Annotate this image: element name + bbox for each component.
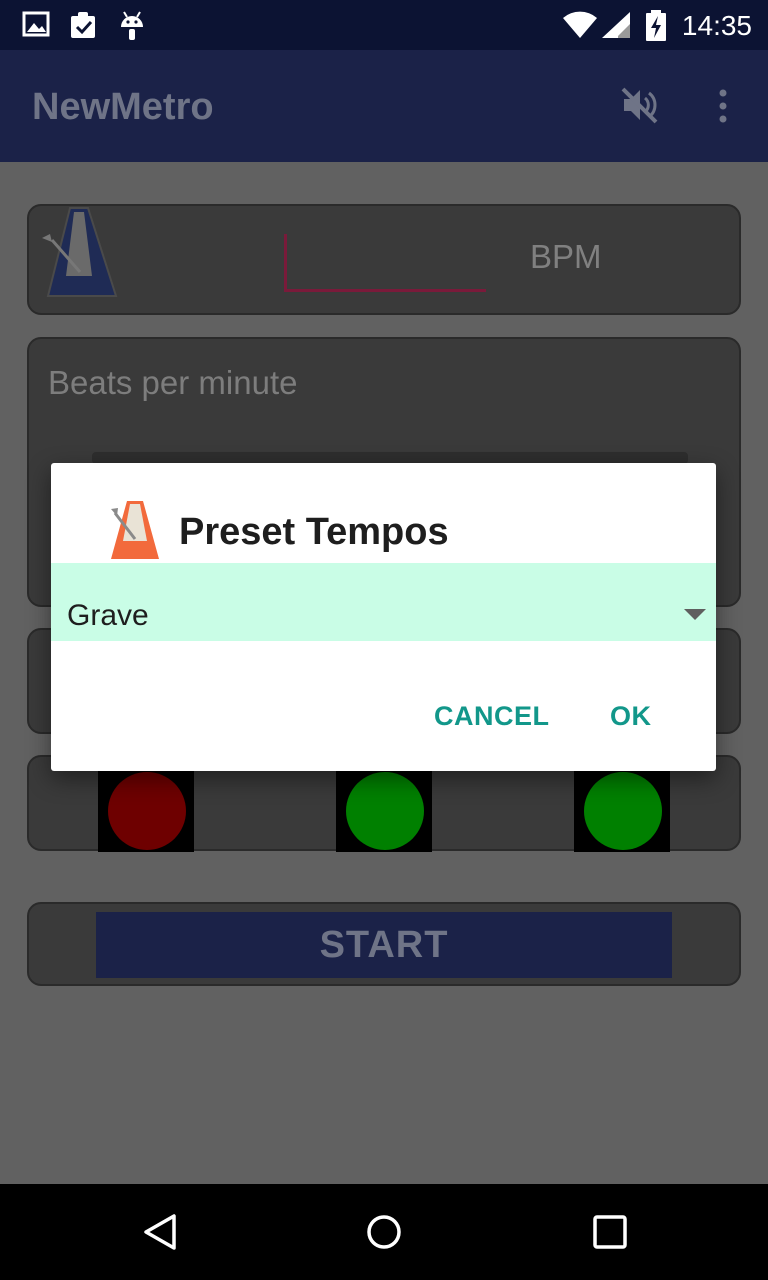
clock-time: 14:35 (681, 10, 752, 41)
beat-light-box-3 (574, 770, 670, 852)
preset-spinner[interactable]: Grave (51, 563, 716, 641)
signal-icon (600, 10, 632, 45)
navigation-bar (0, 1184, 768, 1280)
volume-mute-icon[interactable] (618, 84, 660, 131)
image-icon (22, 10, 50, 43)
preset-spinner-value: Grave (67, 599, 149, 632)
beat-light-1 (108, 772, 186, 850)
clipboard-check-icon (68, 10, 100, 45)
app-title: NewMetro (32, 86, 214, 128)
android-icon (118, 10, 146, 47)
recents-icon[interactable] (590, 1212, 630, 1257)
back-icon[interactable] (140, 1212, 180, 1257)
status-bar: 14:35 (0, 0, 768, 50)
beat-light-2 (346, 772, 424, 850)
ok-button[interactable]: OK (610, 701, 652, 732)
cancel-button[interactable]: CANCEL (434, 701, 550, 732)
beat-light-3 (584, 772, 662, 850)
bpm-unit-label: BPM (530, 238, 602, 275)
beat-light-box-2 (336, 770, 432, 852)
home-icon[interactable] (364, 1212, 404, 1257)
dropdown-arrow-icon (684, 609, 706, 620)
more-vert-icon[interactable] (716, 88, 730, 129)
preset-tempos-dialog: Preset Tempos Grave CANCEL OK (51, 463, 716, 771)
start-button[interactable]: START (96, 912, 672, 978)
metronome-icon (109, 499, 161, 566)
dialog-title: Preset Tempos (179, 511, 449, 553)
beat-light-box-1 (98, 770, 194, 852)
beats-per-minute-label: Beats per minute (48, 364, 298, 401)
bpm-input[interactable] (284, 234, 486, 292)
battery-charging-icon (644, 10, 668, 47)
metronome-icon (40, 206, 120, 303)
wifi-icon (562, 10, 598, 45)
